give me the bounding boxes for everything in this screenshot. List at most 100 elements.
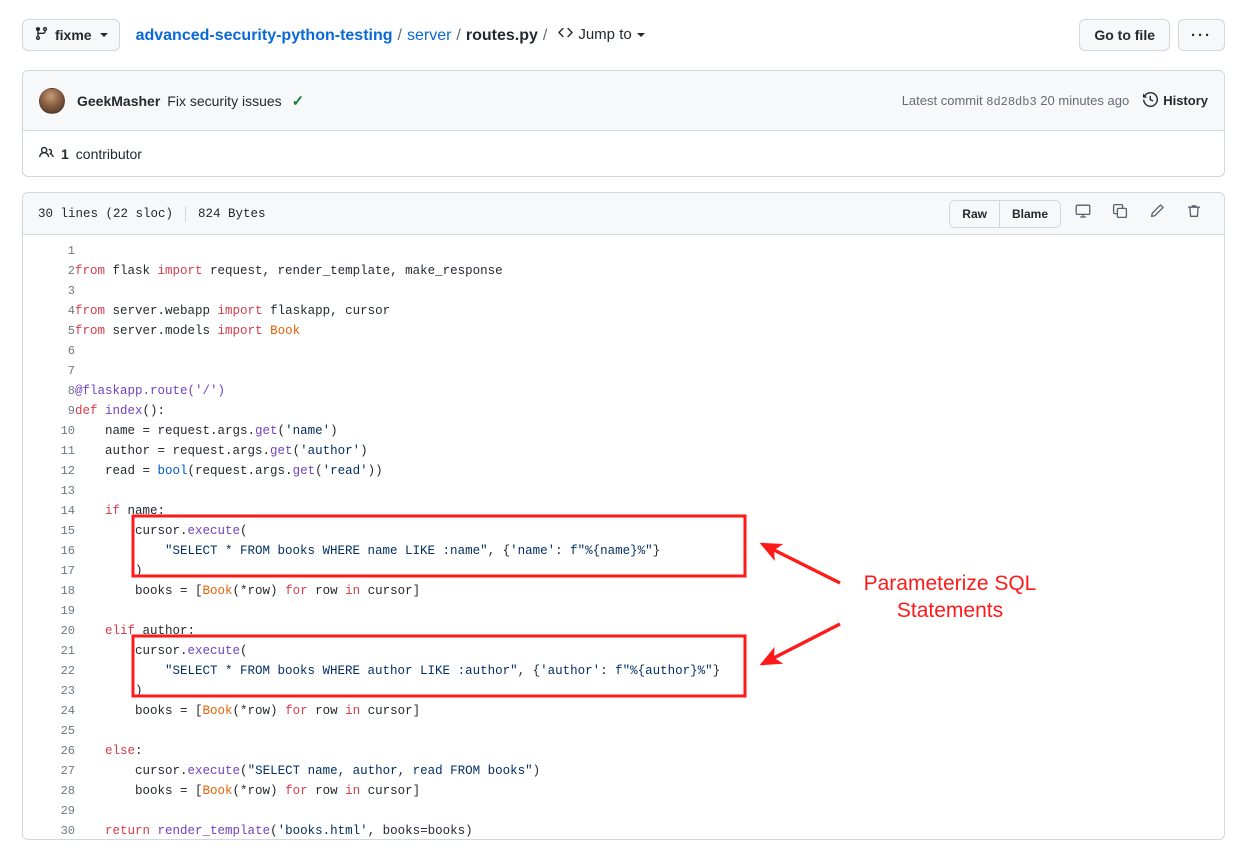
line-number[interactable]: 26 [23, 741, 75, 761]
go-to-file-button[interactable]: Go to file [1079, 19, 1170, 51]
line-number[interactable]: 17 [23, 561, 75, 581]
line-number[interactable]: 19 [23, 601, 75, 621]
file-size-info: 824 Bytes [198, 206, 266, 221]
code-token: in [345, 704, 361, 718]
line-number[interactable]: 29 [23, 801, 75, 821]
breadcrumb-dir-link[interactable]: server [407, 27, 451, 45]
commit-sha[interactable]: 8d28db3 [986, 95, 1036, 109]
code-line: 2 from flask import request, render_templ… [23, 261, 1224, 281]
code-line: 26 else: [23, 741, 1224, 761]
code-viewer: 1 2 from flask import request, render_temp… [23, 235, 1224, 839]
line-number[interactable]: 9 [23, 401, 75, 421]
code-token: flask [105, 264, 158, 278]
code-line: 11 author = request.args.get('author') [23, 441, 1224, 461]
code-token: if [105, 504, 121, 518]
toolbar-divider [185, 205, 187, 222]
code-token: in [345, 784, 361, 798]
history-button[interactable]: History [1143, 91, 1208, 110]
line-number[interactable]: 7 [23, 361, 75, 381]
code-token: get [255, 424, 278, 438]
code-token: cursor. [75, 524, 188, 538]
code-token: cursor] [360, 584, 421, 598]
jump-to-button[interactable]: Jump to [558, 25, 645, 44]
code-line-content: from server.models import Book [75, 321, 1224, 341]
line-number[interactable]: 1 [23, 241, 75, 261]
code-token: name: [120, 504, 166, 518]
code-line-content: cursor.execute( [75, 641, 1224, 661]
line-number[interactable]: 4 [23, 301, 75, 321]
avatar[interactable] [39, 87, 65, 114]
code-line: 10 name = request.args.get('name') [23, 421, 1224, 441]
raw-button[interactable]: Raw [950, 200, 999, 227]
jump-to-label: Jump to [578, 26, 632, 43]
line-number[interactable]: 11 [23, 441, 75, 461]
contributors-row[interactable]: 1 contributor [23, 131, 1224, 176]
code-token: cursor] [360, 704, 421, 718]
code-token: read = [75, 464, 158, 478]
code-token: 'read' [322, 464, 368, 478]
code-token: flaskapp, cursor [262, 304, 391, 318]
line-number[interactable]: 3 [23, 281, 75, 301]
line-number[interactable]: 27 [23, 761, 75, 781]
code-token: from [75, 304, 106, 318]
line-number[interactable]: 20 [23, 621, 75, 641]
copy-raw-content-button[interactable] [1105, 200, 1135, 228]
line-number[interactable]: 16 [23, 541, 75, 561]
code-token: name = request.args. [75, 424, 256, 438]
code-token: from [75, 264, 106, 278]
code-line: 27 cursor.execute("SELECT name, author, … [23, 761, 1224, 781]
line-number[interactable]: 30 [23, 821, 75, 839]
code-token: "SELECT name, author, read FROM books" [247, 764, 533, 778]
code-token: (*row) [232, 584, 286, 598]
code-token: ) [75, 564, 143, 578]
people-icon [39, 145, 54, 163]
line-number[interactable]: 21 [23, 641, 75, 661]
line-number[interactable]: 2 [23, 261, 75, 281]
line-number[interactable]: 15 [23, 521, 75, 541]
code-token: ( [292, 444, 301, 458]
code-line: 25 [23, 721, 1224, 741]
line-number[interactable]: 8 [23, 381, 75, 401]
line-number[interactable]: 28 [23, 781, 75, 801]
line-number[interactable]: 5 [23, 321, 75, 341]
line-number[interactable]: 23 [23, 681, 75, 701]
code-token: for [285, 784, 308, 798]
line-number[interactable]: 6 [23, 341, 75, 361]
delete-file-button[interactable] [1179, 200, 1209, 228]
code-token: Book [270, 324, 301, 338]
code-line: 8 @flaskapp.route('/') [23, 381, 1224, 401]
breadcrumb-separator-1: / [397, 27, 402, 44]
check-icon[interactable]: ✓ [292, 92, 305, 110]
code-line: 6 [23, 341, 1224, 361]
code-token: : [555, 544, 571, 558]
copy-icon [1112, 203, 1128, 224]
code-line: 28 books = [Book(*row) for row in cursor… [23, 781, 1224, 801]
branch-selector-button[interactable]: fixme [22, 19, 120, 51]
commit-message-link[interactable]: Fix security issues [167, 93, 281, 109]
line-number[interactable]: 14 [23, 501, 75, 521]
line-number[interactable]: 24 [23, 701, 75, 721]
more-options-button[interactable]: ··· [1178, 19, 1225, 51]
contributors-count: 1 [61, 145, 69, 162]
line-number[interactable]: 25 [23, 721, 75, 741]
code-line: 3 [23, 281, 1224, 301]
blame-button[interactable]: Blame [998, 200, 1060, 227]
line-number[interactable]: 22 [23, 661, 75, 681]
line-number[interactable]: 12 [23, 461, 75, 481]
breadcrumb-repo-link[interactable]: advanced-security-python-testing [136, 27, 393, 45]
line-number[interactable]: 18 [23, 581, 75, 601]
line-number[interactable]: 10 [23, 421, 75, 441]
latest-commit-prefix: Latest commit [901, 92, 983, 108]
edit-file-button[interactable] [1142, 200, 1172, 228]
code-token: ( [270, 824, 278, 838]
code-line-content: def index(): [75, 401, 1224, 421]
code-token: author = request.args. [75, 444, 271, 458]
code-token: get [270, 444, 293, 458]
open-in-desktop-button[interactable] [1068, 200, 1098, 228]
line-number[interactable]: 13 [23, 481, 75, 501]
code-token: Book [202, 584, 233, 598]
annotation-label-line-2: Statements [896, 599, 1004, 622]
code-line: 4 from server.webapp import flaskapp, cur… [23, 301, 1224, 321]
commit-author-link[interactable]: GeekMasher [77, 93, 160, 109]
